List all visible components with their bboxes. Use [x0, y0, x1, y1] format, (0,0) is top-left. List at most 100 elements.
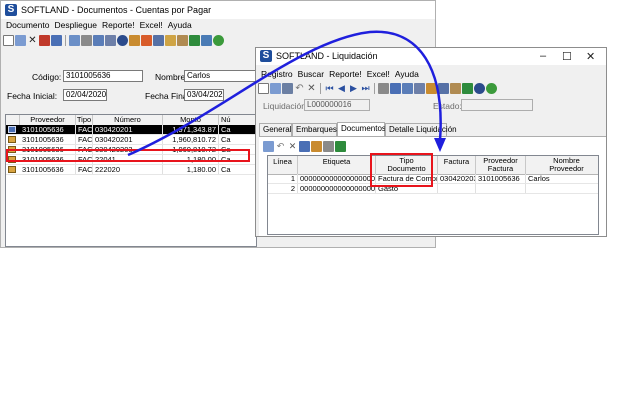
- help-icon[interactable]: [474, 83, 485, 94]
- sort-icon[interactable]: [414, 83, 425, 94]
- cell-linea[interactable]: 2: [268, 184, 298, 193]
- new-icon[interactable]: [258, 83, 269, 94]
- delete-icon[interactable]: ✕: [27, 35, 38, 46]
- menu-documento[interactable]: Documento: [6, 19, 49, 32]
- header-proveedor-factura[interactable]: Proveedor Factura: [476, 156, 526, 174]
- menu-buscar[interactable]: Buscar: [298, 68, 324, 81]
- new-icon[interactable]: [3, 35, 14, 46]
- cell-nombre[interactable]: [526, 184, 598, 193]
- liquidacion-field[interactable]: L000000016: [304, 99, 370, 111]
- cell-etiqueta[interactable]: 00000000000000000001: [298, 174, 376, 183]
- cell-tipo: FAC: [78, 165, 93, 174]
- menu-ayuda[interactable]: Ayuda: [168, 19, 192, 32]
- filter-icon[interactable]: [51, 35, 62, 46]
- cell-extra: Ca: [219, 135, 256, 144]
- process-icon[interactable]: [311, 141, 322, 152]
- apply-icon[interactable]: [141, 35, 152, 46]
- transfer-icon[interactable]: [153, 35, 164, 46]
- sort-icon[interactable]: [105, 35, 116, 46]
- liquidacion-window: S SOFTLAND - Liquidación – ☐ ✕ Registro B…: [255, 47, 607, 237]
- header-nombre-proveedor-factura[interactable]: Nombre Proveedor Factura: [526, 156, 598, 175]
- header-numero[interactable]: Número: [93, 115, 163, 125]
- menu-ayuda[interactable]: Ayuda: [395, 68, 419, 81]
- cancel-icon[interactable]: [39, 35, 50, 46]
- table-row[interactable]: 3101005636 FAC 222020 1,180.00 Ca: [6, 165, 256, 175]
- tab-general[interactable]: General: [259, 123, 292, 136]
- close-icon[interactable]: ✕: [586, 50, 595, 63]
- minimize-icon[interactable]: –: [540, 50, 546, 62]
- table-row[interactable]: 2 00000000000000000002 Gasto: [268, 184, 598, 194]
- tab-embarques[interactable]: Embarques: [292, 123, 337, 136]
- menu-registro[interactable]: Registro: [261, 68, 293, 81]
- title-bar[interactable]: S SOFTLAND - Documentos - Cuentas por Pa…: [1, 1, 435, 19]
- info-icon[interactable]: [117, 35, 128, 46]
- cell-proveedor[interactable]: [476, 184, 526, 193]
- tab-detalle-liquidacion[interactable]: Detalle Liquidación: [385, 123, 457, 136]
- cell-factura[interactable]: 030420203: [438, 174, 476, 183]
- documents-icon[interactable]: [129, 35, 140, 46]
- softland-icon: S: [260, 50, 272, 62]
- nombre-label: Nombre:: [155, 72, 188, 82]
- menu-reporte[interactable]: Reporte!: [102, 19, 135, 32]
- table-row[interactable]: 3101005636 FAC 030420201 1,971,343.87 Ca: [6, 125, 256, 135]
- print-icon[interactable]: [378, 83, 389, 94]
- tools-icon[interactable]: [438, 83, 449, 94]
- print-icon[interactable]: [81, 35, 92, 46]
- title-bar[interactable]: S SOFTLAND - Liquidación – ☐ ✕: [256, 48, 606, 65]
- table-row[interactable]: 1 00000000000000000001 Factura de Compra 03…: [268, 174, 598, 184]
- header-monto[interactable]: Monto: [163, 115, 219, 125]
- edit-icon[interactable]: [15, 35, 26, 46]
- folder-icon[interactable]: [165, 35, 176, 46]
- settings-icon[interactable]: [450, 83, 461, 94]
- header-factura[interactable]: Factura: [438, 156, 476, 174]
- cell-factura[interactable]: [438, 184, 476, 193]
- header-extra[interactable]: Nú: [219, 115, 256, 125]
- menu-despliegue[interactable]: Despliegue: [54, 19, 97, 32]
- search-icon[interactable]: [402, 83, 413, 94]
- cell-nombre[interactable]: Carlos: [526, 174, 598, 183]
- cell-etiqueta[interactable]: 00000000000000000002: [298, 184, 376, 193]
- header-linea[interactable]: Línea: [268, 156, 298, 174]
- columns-icon[interactable]: [390, 83, 401, 94]
- last-record-icon[interactable]: ⏭: [360, 83, 371, 94]
- print-icon[interactable]: [323, 141, 334, 152]
- menu-reporte[interactable]: Reporte!: [329, 68, 362, 81]
- delete-icon[interactable]: ✕: [306, 83, 317, 94]
- columns-icon[interactable]: [69, 35, 80, 46]
- header-tipo[interactable]: Tipo: [76, 115, 93, 125]
- nombre-field[interactable]: Carlos: [184, 70, 256, 82]
- add-row-icon[interactable]: [263, 141, 274, 152]
- exit-icon[interactable]: [213, 35, 224, 46]
- excel-icon[interactable]: [335, 141, 346, 152]
- columns-icon[interactable]: [299, 141, 310, 152]
- table-row[interactable]: 3101005636 FAC 030420201 1,960,810.72 Ca: [6, 135, 256, 145]
- cell-linea[interactable]: 1: [268, 174, 298, 183]
- save-icon[interactable]: [282, 83, 293, 94]
- notes-icon[interactable]: [177, 35, 188, 46]
- fecha-final-field[interactable]: 03/04/2020: [184, 89, 224, 101]
- first-record-icon[interactable]: ⏮: [324, 83, 335, 94]
- process-icon[interactable]: [426, 83, 437, 94]
- estado-field[interactable]: [461, 99, 533, 111]
- fecha-inicial-field[interactable]: 02/04/2020: [63, 89, 107, 101]
- maximize-icon[interactable]: ☐: [562, 50, 572, 63]
- header-proveedor[interactable]: Proveedor: [20, 115, 76, 125]
- menu-excel[interactable]: Excel!: [367, 68, 390, 81]
- grid-icon[interactable]: [201, 35, 212, 46]
- undo-icon[interactable]: ↶: [294, 83, 305, 94]
- next-record-icon[interactable]: ▶: [348, 83, 359, 94]
- tree-icon[interactable]: [93, 35, 104, 46]
- undo-row-icon[interactable]: ↶: [275, 141, 286, 152]
- previous-record-icon[interactable]: ◀: [336, 83, 347, 94]
- delete-row-icon[interactable]: ✕: [287, 141, 298, 152]
- excel-icon[interactable]: [189, 35, 200, 46]
- menu-excel[interactable]: Excel!: [140, 19, 163, 32]
- header-etiqueta[interactable]: Etiqueta: [298, 156, 376, 174]
- exit-icon[interactable]: [486, 83, 497, 94]
- cell-proveedor[interactable]: 3101005636: [476, 174, 526, 183]
- excel-icon[interactable]: [462, 83, 473, 94]
- tab-documentos[interactable]: Documentos: [337, 122, 386, 137]
- edit-icon[interactable]: [270, 83, 281, 94]
- codigo-field[interactable]: 3101005636: [63, 70, 143, 82]
- cell-tipo: FAC: [78, 125, 93, 134]
